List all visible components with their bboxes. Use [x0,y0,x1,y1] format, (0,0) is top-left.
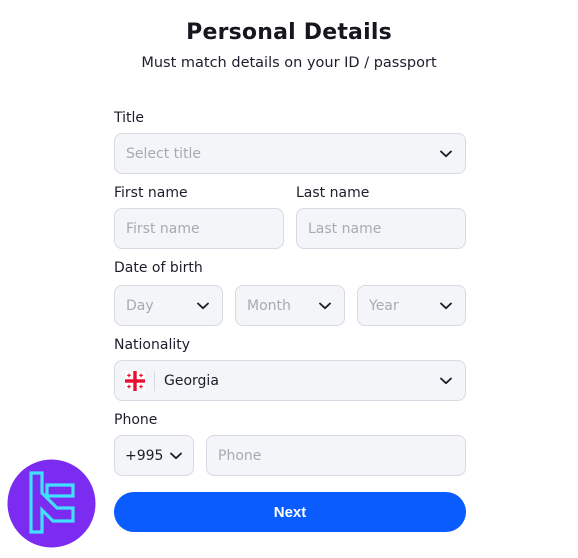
page-subtitle: Must match details on your ID / passport [141,55,437,71]
phone-input[interactable]: Phone [206,435,466,476]
dob-day-placeholder: Day [126,297,154,314]
title-label: Title [114,110,145,126]
phone-code-value: +995 [125,447,164,464]
title-select[interactable]: Select title [114,133,466,174]
phone-label: Phone [114,412,158,428]
georgia-flag-icon [125,370,145,391]
first-name-placeholder: First name [126,220,200,237]
chevron-down-icon [318,299,332,313]
page-title: Personal Details [186,20,392,45]
phone-code-select[interactable]: +995 [114,435,194,476]
dob-month-placeholder: Month [247,297,291,314]
chevron-down-icon [169,449,183,463]
chevron-down-icon [439,374,453,388]
brand-logo-icon [7,459,96,548]
first-name-label: First name [114,185,188,201]
nationality-select[interactable]: Georgia [114,360,466,401]
nationality-value: Georgia [164,372,219,389]
last-name-input[interactable]: Last name [296,208,466,249]
dob-month-select[interactable]: Month [235,285,345,326]
title-select-placeholder: Select title [126,145,202,162]
flag-divider [154,370,155,391]
dob-day-select[interactable]: Day [114,285,223,326]
nationality-label: Nationality [114,337,191,353]
last-name-placeholder: Last name [308,220,382,237]
dob-label: Date of birth [114,260,203,276]
chevron-down-icon [439,299,453,313]
dob-year-placeholder: Year [369,297,399,314]
last-name-label: Last name [296,185,370,201]
first-name-input[interactable]: First name [114,208,284,249]
chevron-down-icon [439,147,453,161]
dob-year-select[interactable]: Year [357,285,466,326]
next-button[interactable]: Next [114,492,466,532]
phone-placeholder: Phone [218,447,262,464]
chevron-down-icon [196,299,210,313]
